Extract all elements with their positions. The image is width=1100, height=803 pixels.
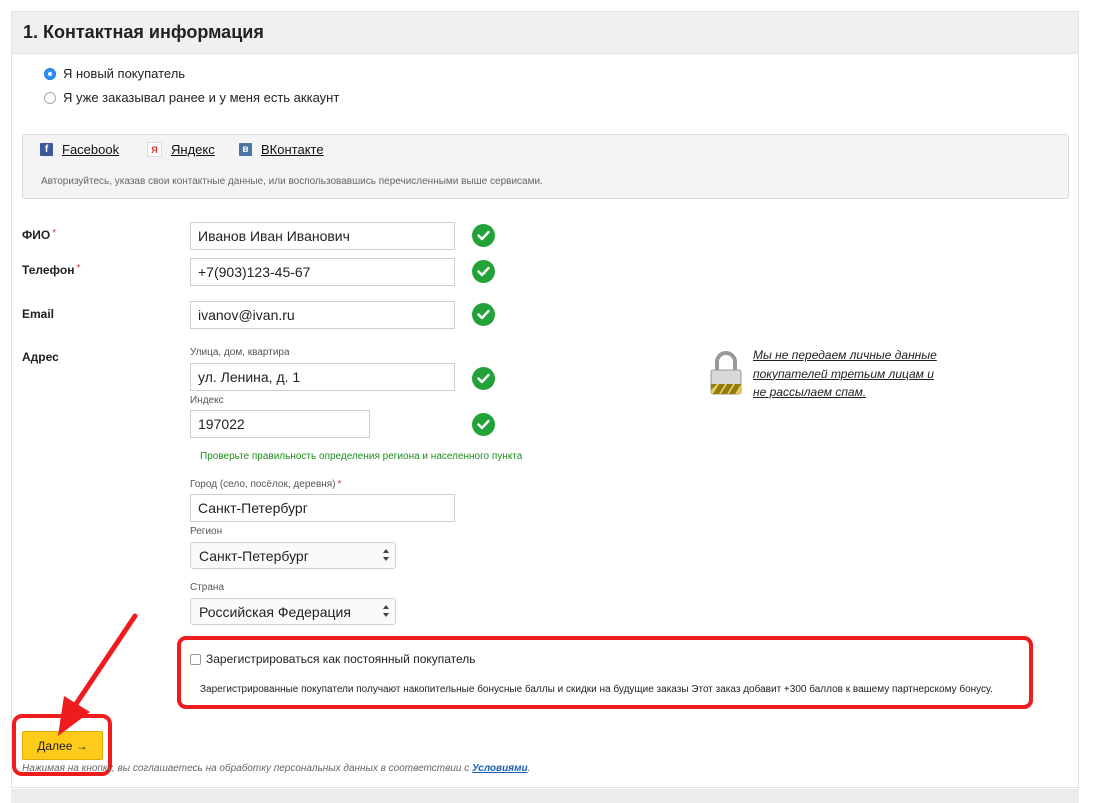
radio-label: Я уже заказывал ранее и у меня есть акка… <box>63 90 340 105</box>
radio-button-checked[interactable] <box>44 67 56 80</box>
street-label: Улица, дом, квартира <box>190 347 290 358</box>
region-select[interactable]: Санкт-Петербург <box>190 542 396 569</box>
phone-label: Телефон * <box>22 263 81 277</box>
select-arrows-icon <box>383 605 389 617</box>
valid-check-icon <box>472 224 495 247</box>
facebook-icon: f <box>40 143 53 156</box>
region-verify-message: Проверьте правильность определения регио… <box>200 451 523 462</box>
required-mark: * <box>76 263 81 274</box>
city-input[interactable]: Санкт-Петербург <box>190 494 455 522</box>
vk-icon: в <box>239 143 252 156</box>
yandex-icon: Я <box>147 142 162 157</box>
register-checkbox-row[interactable]: Зарегистрироваться как постоянный покупа… <box>190 652 476 666</box>
social-link-vk[interactable]: в ВКонтакте <box>239 142 324 157</box>
country-select[interactable]: Российская Федерация <box>190 598 396 625</box>
city-label: Город (село, посёлок, деревня) * <box>190 479 342 490</box>
social-link-facebook[interactable]: f Facebook <box>40 142 119 157</box>
register-checkbox-label: Зарегистрироваться как постоянный покупа… <box>206 652 476 666</box>
select-arrows-icon <box>383 549 389 561</box>
registration-description: Зарегистрированные покупатели получают н… <box>200 684 993 695</box>
fio-input[interactable]: Иванов Иван Иванович <box>190 222 455 250</box>
zip-label: Индекс <box>190 395 224 406</box>
consent-text: Нажимая на кнопку, вы соглашаетесь на об… <box>22 763 531 774</box>
panel-header: 1. Контактная информация <box>12 12 1078 54</box>
valid-check-icon <box>472 413 495 436</box>
email-input[interactable]: ivanov@ivan.ru <box>190 301 455 329</box>
street-input[interactable]: ул. Ленина, д. 1 <box>190 363 455 391</box>
social-hint: Авторизуйтесь, указав свои контактные да… <box>41 176 543 187</box>
next-section-bar <box>11 789 1079 803</box>
email-label: Email <box>22 307 55 321</box>
phone-input[interactable]: +7(903)123-45-67 <box>190 258 455 286</box>
radio-new-customer[interactable]: Я новый покупатель <box>44 66 185 81</box>
valid-check-icon <box>472 260 495 283</box>
terms-link[interactable]: Условиями <box>472 763 528 774</box>
zip-input[interactable]: 197022 <box>190 410 370 438</box>
privacy-text[interactable]: Мы не передаем личные данные покупателей… <box>753 346 943 402</box>
required-mark: * <box>52 228 57 239</box>
social-login-box: f Facebook Я Яндекс в ВКонтакте Авторизу… <box>22 134 1069 199</box>
social-link-yandex[interactable]: Я Яндекс <box>147 142 215 157</box>
valid-check-icon <box>472 367 495 390</box>
lock-icon <box>710 351 742 395</box>
required-mark: * <box>337 479 342 490</box>
region-label: Регион <box>190 526 223 537</box>
radio-label: Я новый покупатель <box>63 66 186 81</box>
region-select-value: Санкт-Петербург <box>199 548 309 564</box>
radio-existing-customer[interactable]: Я уже заказывал ранее и у меня есть акка… <box>44 90 339 105</box>
country-select-value: Российская Федерация <box>199 604 351 620</box>
valid-check-icon <box>472 303 495 326</box>
register-checkbox[interactable] <box>190 653 201 665</box>
privacy-note: Мы не передаем личные данные покупателей… <box>709 346 949 399</box>
registration-highlight <box>177 636 1033 709</box>
country-label: Страна <box>190 582 225 593</box>
red-arrow-annotation <box>58 613 138 736</box>
radio-button[interactable] <box>44 91 56 104</box>
section-title: 1. Контактная информация <box>23 22 264 42</box>
address-label: Адрес <box>22 350 59 364</box>
fio-label: ФИО * <box>22 228 57 242</box>
